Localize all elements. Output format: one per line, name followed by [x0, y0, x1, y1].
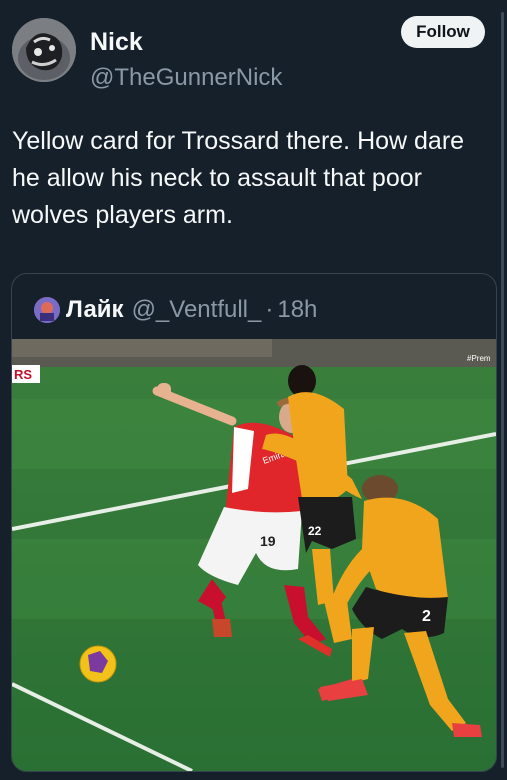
jersey-number-2: 2 [422, 608, 431, 625]
follow-button[interactable]: Follow [401, 16, 485, 48]
jersey-number-19: 19 [260, 533, 276, 549]
quoted-author-handle[interactable]: @_Ventfull_ [132, 296, 262, 324]
football [79, 645, 117, 683]
scrollbar[interactable] [501, 12, 504, 768]
jersey-number-22: 22 [308, 524, 322, 538]
quoted-author-name[interactable]: Лайк [66, 296, 124, 324]
avatar[interactable] [12, 18, 76, 82]
quoted-tweet[interactable]: Лайк @_Ventfull_ · 18h RS #Prem Emirates… [11, 273, 497, 772]
separator-dot: · [265, 296, 274, 323]
quoted-tweet-header: Лайк @_Ventfull_ · 18h [34, 292, 317, 328]
author-name[interactable]: Nick [90, 28, 143, 57]
quoted-timestamp[interactable]: 18h [277, 296, 317, 324]
media-overlay-left: RS [14, 367, 32, 382]
quoted-media-image[interactable]: RS #Prem Emirates 19 22 2 [12, 339, 496, 771]
author-handle[interactable]: @TheGunnerNick [90, 64, 282, 92]
score-bug-overlay: RS [12, 365, 40, 383]
tweet-text: Yellow card for Trossard there. How dare… [12, 127, 465, 229]
media-overlay-right: #Prem [467, 354, 491, 363]
quoted-avatar[interactable] [34, 297, 60, 323]
tweet-header: Nick @TheGunnerNick Follow [12, 14, 487, 91]
